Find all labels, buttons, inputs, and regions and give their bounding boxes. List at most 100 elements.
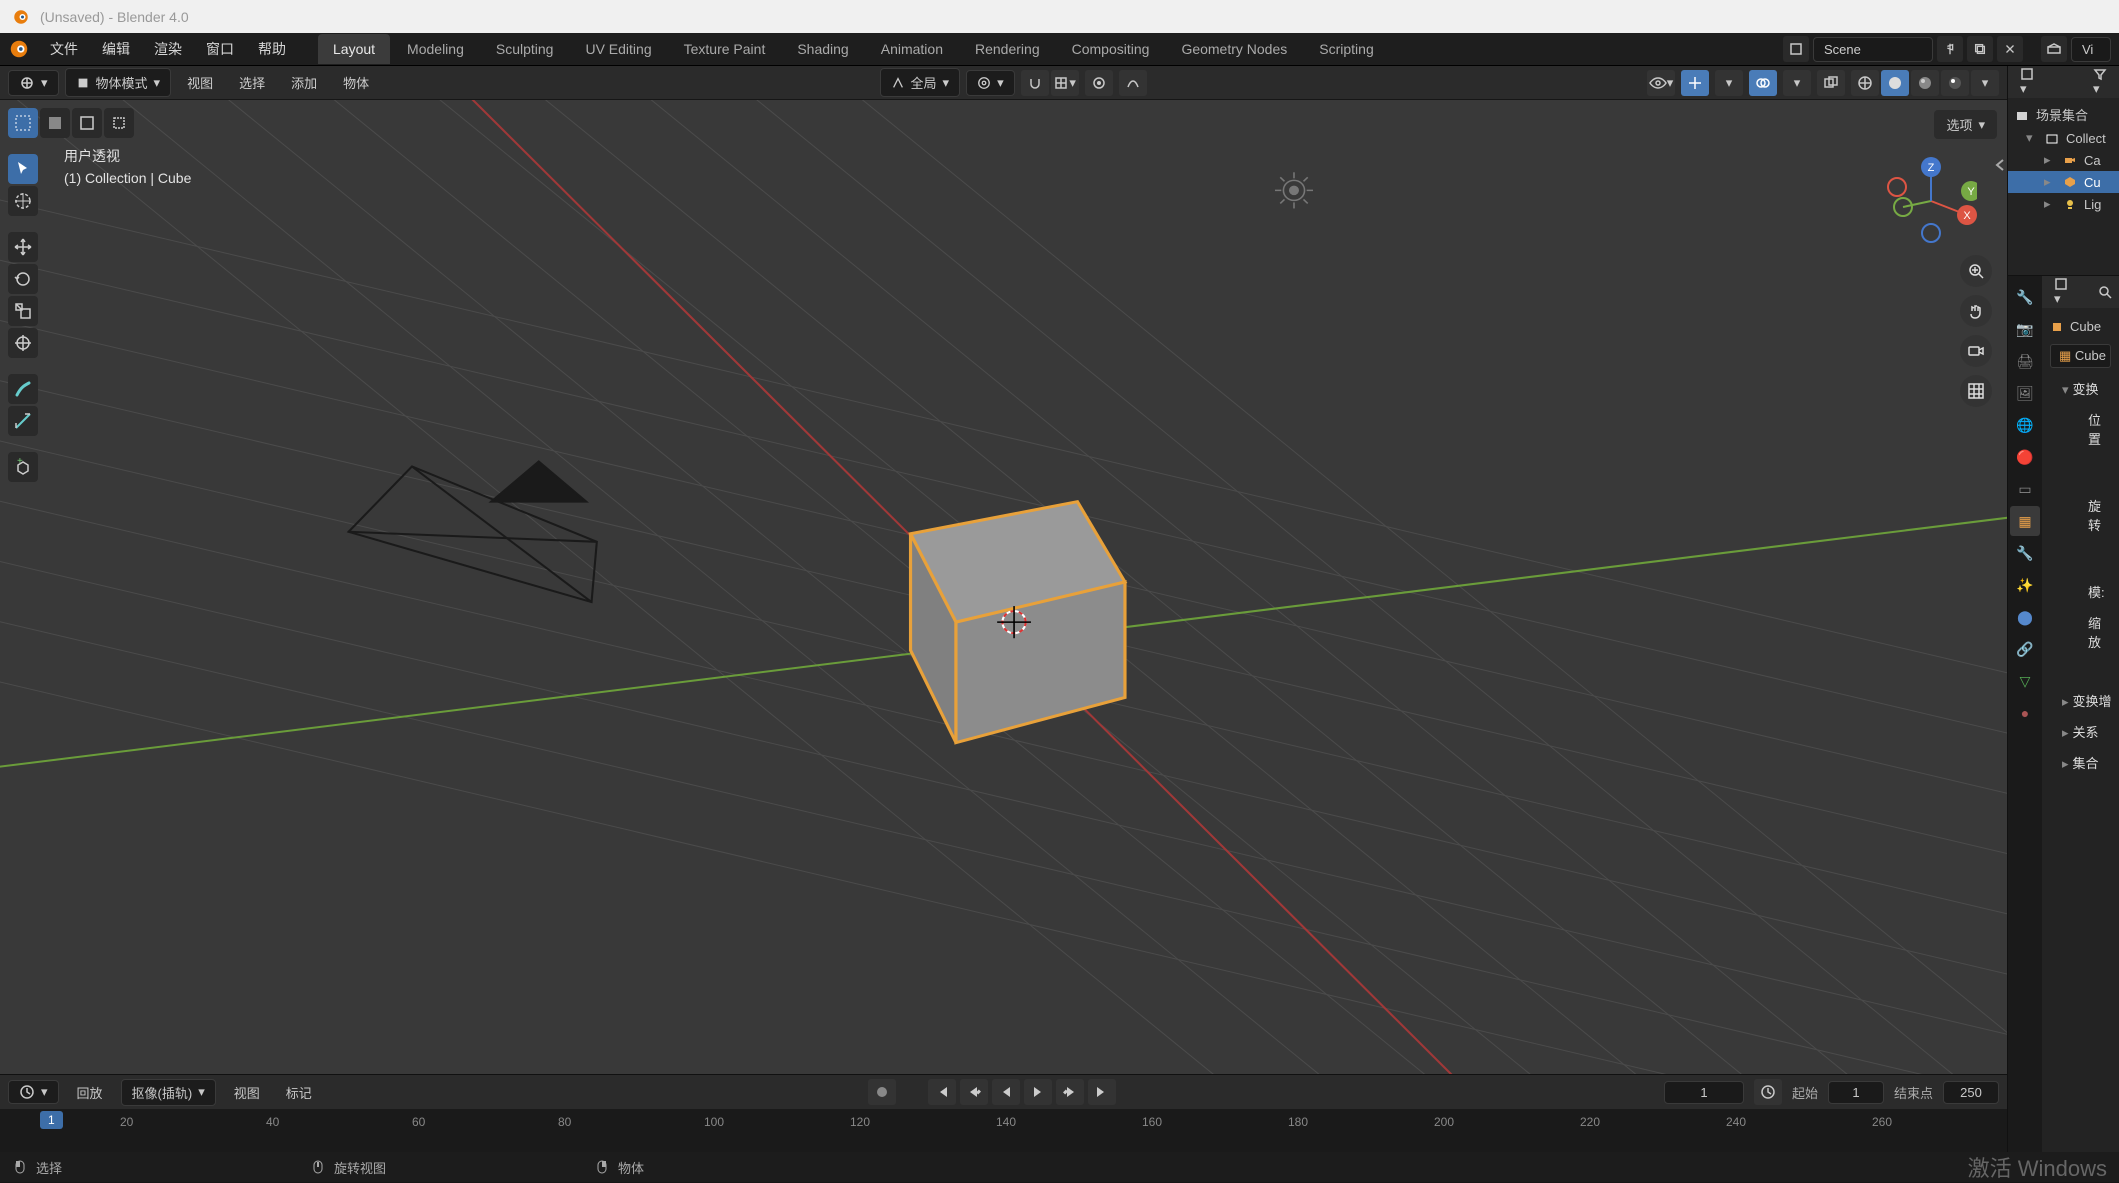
jump-end-button[interactable]	[1088, 1079, 1116, 1105]
menu-help[interactable]: 帮助	[248, 33, 296, 65]
clock-icon[interactable]	[1754, 1079, 1782, 1105]
prop-tab-modifiers[interactable]: 🔧	[2010, 538, 2040, 568]
prop-section-relations[interactable]: ▸关系	[2048, 716, 2113, 747]
current-frame-field[interactable]: 1	[1664, 1081, 1744, 1104]
delete-scene-button[interactable]	[1997, 36, 2023, 62]
tab-geometry-nodes[interactable]: Geometry Nodes	[1166, 34, 1302, 64]
start-frame-field[interactable]: 1	[1828, 1081, 1884, 1104]
menu-file[interactable]: 文件	[40, 33, 88, 65]
tab-sculpting[interactable]: Sculpting	[481, 34, 569, 64]
tab-rendering[interactable]: Rendering	[960, 34, 1055, 64]
properties-search-button[interactable]	[2097, 284, 2113, 300]
timeline-track[interactable]: 1 20406080100120140160180200220240260	[0, 1109, 2007, 1152]
tool-select[interactable]	[8, 154, 38, 184]
prop-tab-render[interactable]: 📷	[2010, 314, 2040, 344]
header-select[interactable]: 选择	[229, 69, 275, 96]
n-panel-toggle[interactable]	[1995, 158, 2005, 172]
pin-scene-button[interactable]	[1937, 36, 1963, 62]
tab-layout[interactable]: Layout	[318, 34, 390, 64]
tool-scale[interactable]	[8, 296, 38, 326]
prop-tab-physics[interactable]: ⬤	[2010, 602, 2040, 632]
tool-cursor[interactable]	[8, 186, 38, 216]
mode-dropdown[interactable]: 物体模式▾	[65, 68, 172, 97]
3d-viewport[interactable]: + 用户透视 (1) Collection | Cube 选项▾ X Y Z	[0, 100, 2007, 1074]
tab-uv-editing[interactable]: UV Editing	[570, 34, 666, 64]
prop-tab-world[interactable]: 🔴	[2010, 442, 2040, 472]
tool-move[interactable]	[8, 232, 38, 262]
tool-transform[interactable]	[8, 328, 38, 358]
outliner-item-light[interactable]: ▸ Lig	[2008, 193, 2119, 215]
navigation-gizmo[interactable]: X Y Z	[1885, 155, 1977, 247]
object-name-field[interactable]: ▦ Cube	[2050, 344, 2111, 368]
scene-browse-button[interactable]	[1783, 36, 1809, 62]
xray-toggle[interactable]	[1817, 70, 1845, 96]
pan-button[interactable]	[1960, 295, 1992, 327]
prop-tab-tool[interactable]: 🔧	[2010, 282, 2040, 312]
end-frame-field[interactable]: 250	[1943, 1081, 1999, 1104]
viewport-options-dropdown[interactable]: 选项▾	[1934, 110, 1997, 139]
snap-dropdown[interactable]: ▾	[1051, 70, 1079, 96]
tab-modeling[interactable]: Modeling	[392, 34, 479, 64]
scene-name-field[interactable]: Scene	[1813, 37, 1933, 62]
outliner-filter[interactable]: ▾	[2087, 65, 2113, 99]
prop-section-delta[interactable]: ▸变换增	[2048, 685, 2113, 716]
timeline-view[interactable]: 视图	[226, 1080, 268, 1105]
select-box-tool[interactable]	[8, 108, 38, 138]
shading-dropdown[interactable]: ▾	[1971, 70, 1999, 96]
chevron-down-icon[interactable]: ▾	[2026, 130, 2038, 146]
outliner-item-camera[interactable]: ▸ Ca	[2008, 149, 2119, 171]
proportional-falloff-dropdown[interactable]	[1119, 70, 1147, 96]
keyframe-next-button[interactable]	[1056, 1079, 1084, 1105]
shading-material[interactable]	[1911, 70, 1939, 96]
shading-solid[interactable]	[1881, 70, 1909, 96]
tool-rotate[interactable]	[8, 264, 38, 294]
properties-editor-type[interactable]: ▾	[2048, 276, 2074, 309]
prop-tab-constraints[interactable]: 🔗	[2010, 634, 2040, 664]
timeline-marker[interactable]: 标记	[278, 1080, 320, 1105]
prop-section-collections[interactable]: ▸集合	[2048, 747, 2113, 778]
outliner-display-mode[interactable]: ▾	[2014, 65, 2040, 99]
prop-tab-output[interactable]: 🖨	[2010, 346, 2040, 376]
tab-animation[interactable]: Animation	[866, 34, 958, 64]
select-mode-3[interactable]	[72, 108, 102, 138]
proportional-edit-toggle[interactable]	[1085, 70, 1113, 96]
editor-type-dropdown[interactable]: ▾	[8, 70, 59, 96]
chevron-right-icon[interactable]: ▸	[2044, 152, 2056, 168]
prop-tab-object[interactable]: ▦	[2010, 506, 2040, 536]
new-scene-button[interactable]	[1967, 36, 1993, 62]
prop-tab-scene[interactable]: 🌐	[2010, 410, 2040, 440]
chevron-right-icon[interactable]: ▸	[2044, 174, 2056, 190]
select-mode-2[interactable]	[40, 108, 70, 138]
viewlayer-browse-button[interactable]	[2041, 36, 2067, 62]
overlay-dropdown[interactable]: ▾	[1783, 70, 1811, 96]
viewlayer-name-field[interactable]: Vi	[2071, 37, 2111, 62]
tab-compositing[interactable]: Compositing	[1057, 34, 1165, 64]
shading-rendered[interactable]	[1941, 70, 1969, 96]
keyframe-prev-button[interactable]	[960, 1079, 988, 1105]
autokey-toggle[interactable]	[868, 1079, 896, 1105]
tool-add-primitive[interactable]: +	[8, 452, 38, 482]
tool-annotate[interactable]	[8, 374, 38, 404]
play-reverse-button[interactable]	[992, 1079, 1020, 1105]
prop-tab-particles[interactable]: ✨	[2010, 570, 2040, 600]
select-mode-4[interactable]	[104, 108, 134, 138]
overlay-toggle[interactable]	[1749, 70, 1777, 96]
timeline-keying-dropdown[interactable]: 抠像(插轨) ▾	[121, 1079, 216, 1106]
prop-section-transform[interactable]: ▾变换	[2048, 373, 2113, 404]
shading-wireframe[interactable]	[1851, 70, 1879, 96]
header-view[interactable]: 视图	[177, 69, 223, 96]
snap-toggle[interactable]	[1021, 70, 1049, 96]
menu-edit[interactable]: 编辑	[92, 33, 140, 65]
timeline-editor-type[interactable]: ▾	[8, 1080, 59, 1104]
chevron-right-icon[interactable]: ▸	[2044, 196, 2056, 212]
pivot-dropdown[interactable]: ▾	[966, 70, 1015, 96]
orientation-dropdown[interactable]: 全局▾	[880, 68, 961, 97]
prop-tab-data[interactable]: ▽	[2010, 666, 2040, 696]
prop-tab-collection[interactable]: ▭	[2010, 474, 2040, 504]
camera-view-button[interactable]	[1960, 335, 1992, 367]
prop-tab-material[interactable]: ●	[2010, 698, 2040, 728]
tab-scripting[interactable]: Scripting	[1304, 34, 1388, 64]
tool-measure[interactable]	[8, 406, 38, 436]
gizmo-dropdown[interactable]: ▾	[1715, 70, 1743, 96]
outliner-item-cube[interactable]: ▸ Cu	[2008, 171, 2119, 193]
